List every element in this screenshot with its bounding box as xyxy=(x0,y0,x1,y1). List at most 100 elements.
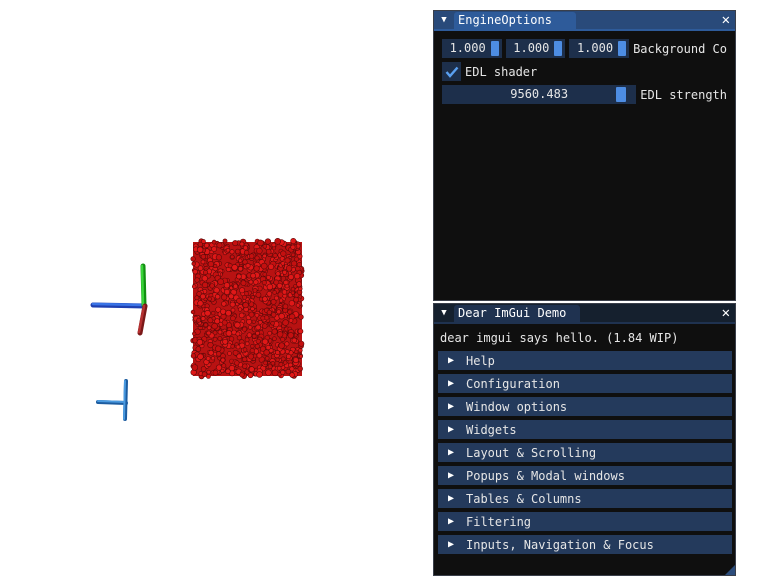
point xyxy=(290,252,296,258)
point xyxy=(197,265,204,272)
header-label: Help xyxy=(466,353,495,368)
point xyxy=(267,330,273,336)
header-label: Configuration xyxy=(466,376,560,391)
point xyxy=(287,274,294,281)
point xyxy=(294,256,300,262)
point xyxy=(252,287,258,293)
point xyxy=(250,306,255,311)
header-label: Widgets xyxy=(466,422,517,437)
slider-grab[interactable] xyxy=(616,87,627,102)
point xyxy=(221,301,227,307)
3d-viewport[interactable]: ▼ EngineOptions ✕ 1.000 1.000 1.000 Back… xyxy=(0,0,761,576)
point xyxy=(263,360,268,366)
point xyxy=(265,369,272,376)
point xyxy=(194,295,200,301)
point xyxy=(203,269,209,275)
point xyxy=(272,253,278,259)
point xyxy=(260,315,266,321)
point xyxy=(270,321,275,326)
point xyxy=(247,372,254,379)
header-widgets[interactable]: ▶ Widgets xyxy=(438,420,732,439)
window-title[interactable]: EngineOptions xyxy=(454,12,576,29)
triangle-down-icon[interactable]: ▼ xyxy=(434,304,454,322)
point xyxy=(289,372,295,378)
header-tables-columns[interactable]: ▶ Tables & Columns xyxy=(438,489,732,508)
point xyxy=(271,312,277,318)
engine-options-titlebar[interactable]: ▼ EngineOptions ✕ xyxy=(434,11,735,29)
bg-r-drag[interactable]: 1.000 xyxy=(442,39,502,58)
point xyxy=(207,261,214,268)
point xyxy=(238,307,243,312)
point xyxy=(253,265,260,272)
point xyxy=(248,325,253,330)
edl-shader-checkbox[interactable] xyxy=(442,62,461,81)
point xyxy=(249,348,255,354)
bg-g-grab[interactable] xyxy=(554,41,563,56)
point xyxy=(200,259,206,265)
resize-grip[interactable] xyxy=(725,565,735,575)
header-label: Tables & Columns xyxy=(466,491,582,506)
bg-b-grab[interactable] xyxy=(618,41,627,56)
point xyxy=(265,248,272,255)
point xyxy=(201,371,208,378)
close-icon[interactable]: ✕ xyxy=(722,304,730,322)
point xyxy=(254,312,260,318)
edl-strength-slider[interactable]: 9560.483 xyxy=(442,85,637,104)
demo-titlebar[interactable]: ▼ Dear ImGui Demo ✕ xyxy=(434,304,735,322)
header-window-options[interactable]: ▶ Window options xyxy=(438,397,732,416)
bg-b-drag[interactable]: 1.000 xyxy=(569,39,630,58)
point xyxy=(264,355,270,361)
point xyxy=(275,271,281,277)
point xyxy=(263,349,270,356)
point xyxy=(280,336,286,342)
header-configuration[interactable]: ▶ Configuration xyxy=(438,374,732,393)
point xyxy=(255,338,261,344)
point xyxy=(211,316,216,321)
point xyxy=(221,319,228,326)
point xyxy=(255,331,260,336)
point xyxy=(290,244,296,250)
point xyxy=(190,256,196,262)
point xyxy=(271,328,278,335)
bg-r-grab[interactable] xyxy=(490,41,499,56)
point xyxy=(222,238,228,244)
point xyxy=(243,245,249,251)
scene-canvas[interactable] xyxy=(0,0,432,576)
point xyxy=(223,282,230,289)
header-filtering[interactable]: ▶ Filtering xyxy=(438,512,732,531)
point xyxy=(191,261,196,266)
point xyxy=(248,311,255,318)
point xyxy=(284,341,290,347)
engine-options-window[interactable]: ▼ EngineOptions ✕ 1.000 1.000 1.000 Back… xyxy=(433,10,736,301)
point xyxy=(298,286,303,291)
point xyxy=(211,246,217,252)
point xyxy=(256,371,263,378)
imgui-demo-window[interactable]: ▼ Dear ImGui Demo ✕ dear imgui says hell… xyxy=(433,303,736,576)
point xyxy=(262,253,267,259)
point xyxy=(272,336,277,342)
point-cloud xyxy=(190,238,305,380)
header-help[interactable]: ▶ Help xyxy=(438,351,732,370)
point xyxy=(255,291,262,298)
triangle-down-icon[interactable]: ▼ xyxy=(434,11,454,29)
triangle-right-icon: ▶ xyxy=(448,493,455,504)
close-icon[interactable]: ✕ xyxy=(722,11,730,29)
point xyxy=(276,331,284,338)
point xyxy=(225,248,231,253)
point xyxy=(225,368,231,374)
header-inputs-navigation[interactable]: ▶ Inputs, Navigation & Focus xyxy=(438,535,732,554)
window-title[interactable]: Dear ImGui Demo xyxy=(454,305,581,322)
point xyxy=(235,344,241,350)
point xyxy=(242,302,249,309)
point xyxy=(248,279,254,285)
point xyxy=(242,347,248,353)
point xyxy=(257,319,263,325)
bg-g-drag[interactable]: 1.000 xyxy=(505,39,566,58)
edl-shader-label: EDL shader xyxy=(465,64,538,79)
header-popups-modal[interactable]: ▶ Popups & Modal windows xyxy=(438,466,732,485)
point xyxy=(190,309,196,315)
point xyxy=(192,284,197,289)
header-layout-scrolling[interactable]: ▶ Layout & Scrolling xyxy=(438,443,732,462)
point xyxy=(190,353,196,359)
point xyxy=(239,241,245,247)
